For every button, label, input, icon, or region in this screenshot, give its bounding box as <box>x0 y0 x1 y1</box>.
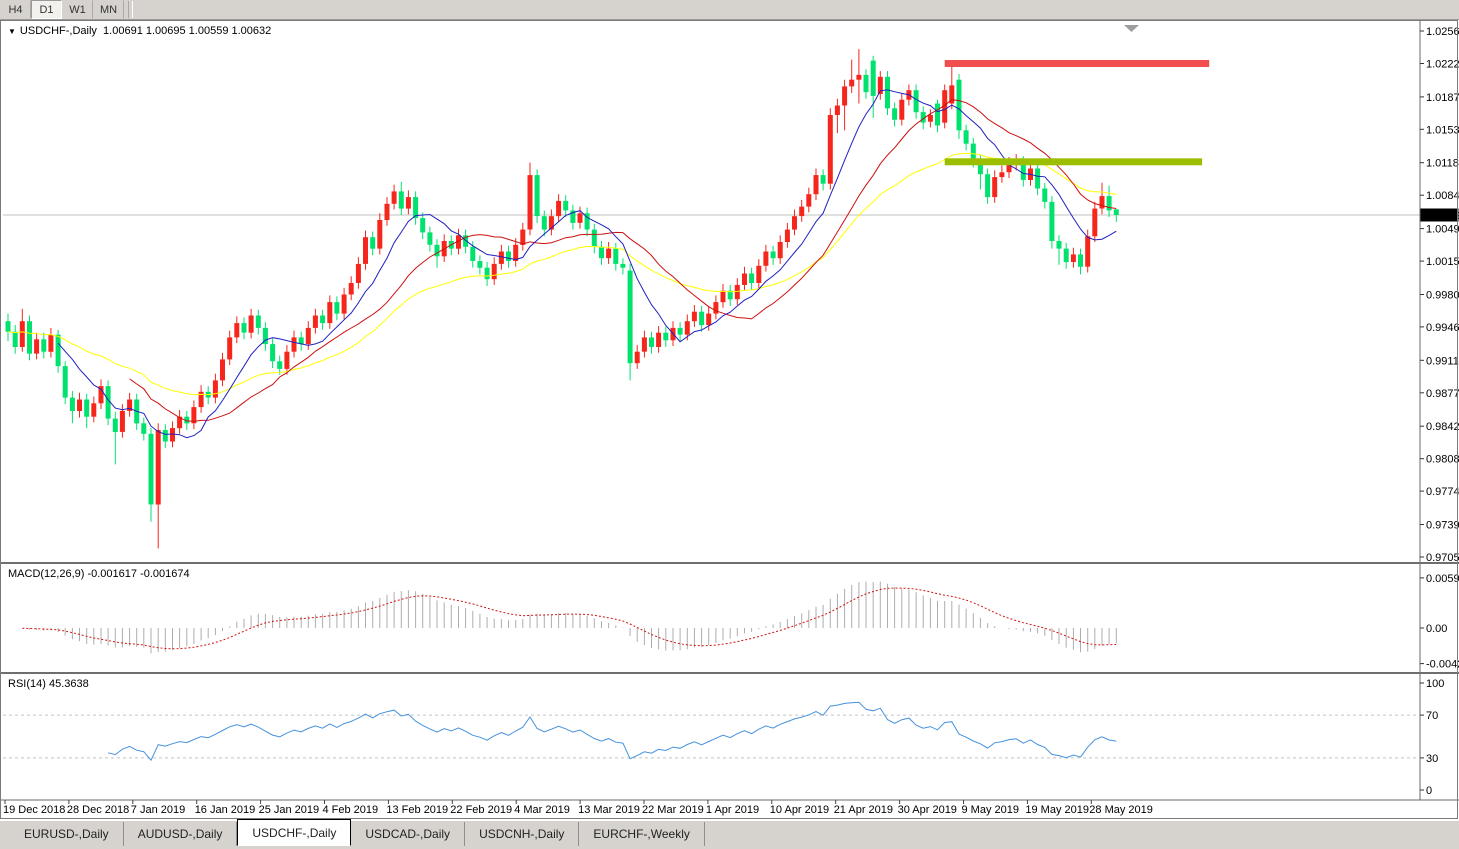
price-tick-label: 1.01180 <box>1426 158 1459 170</box>
chart-symbol-title: USDCHF-,Daily <box>20 25 97 37</box>
tab-usdchf-daily[interactable]: USDCHF-,Daily <box>237 819 351 846</box>
pane-divider[interactable] <box>0 562 1459 564</box>
pane-divider[interactable] <box>0 672 1459 674</box>
price-tick-label: 1.01530 <box>1426 124 1459 136</box>
rsi-tick-label: 30 <box>1426 753 1438 765</box>
timeframe-toolbar: H4 D1 W1 MN <box>0 0 1459 20</box>
rsi-tick-label: 100 <box>1426 678 1444 690</box>
tab-audusd-daily[interactable]: AUDUSD-,Daily <box>124 822 238 846</box>
price-tick-label: 1.01870 <box>1426 92 1459 104</box>
chart-background <box>0 20 1459 819</box>
chart-svg[interactable]: 1.02560 1.02220 1.01870 1.01530 1.01180 1.008… <box>0 20 1459 820</box>
date-tick-label: 9 May 2019 <box>962 804 1019 816</box>
date-tick-label: 4 Mar 2019 <box>514 804 570 816</box>
price-tick-label: 0.99110 <box>1426 355 1459 367</box>
price-tick-label: 0.98420 <box>1426 421 1459 433</box>
date-tick-label: 19 May 2019 <box>1025 804 1089 816</box>
chart-ohlc-values: 1.00691 1.00695 1.00559 1.00632 <box>103 25 271 37</box>
tab-usdcad-daily[interactable]: USDCAD-,Daily <box>351 822 465 846</box>
price-tick-label: 1.00150 <box>1426 256 1459 268</box>
price-tick-label: 1.02220 <box>1426 59 1459 71</box>
current-price-value: 1.00632 <box>1423 210 1459 222</box>
price-tick-label: 0.97740 <box>1426 486 1459 498</box>
tab-eurusd-daily[interactable]: EURUSD-,Daily <box>10 822 124 846</box>
timeframe-button-d1[interactable]: D1 <box>31 0 62 19</box>
rsi-tick-label: 70 <box>1426 710 1438 722</box>
price-tick-label: 0.97390 <box>1426 520 1459 532</box>
date-tick-label: 28 May 2019 <box>1089 804 1153 816</box>
macd-tick-label: -0.00424 <box>1426 659 1459 671</box>
price-tick-label: 0.99460 <box>1426 322 1459 334</box>
chart-title: ▼ USDCHF-,Daily 1.00691 1.00695 1.00559 1… <box>8 25 271 37</box>
collapse-triangle-icon[interactable]: ▼ <box>8 27 16 36</box>
timeframe-button-w1[interactable]: W1 <box>62 0 93 19</box>
toolbar-separator <box>128 1 133 18</box>
chart-canvas[interactable]: 1.02560 1.02220 1.01870 1.01530 1.01180 1.008… <box>0 20 1459 820</box>
date-tick-label: 22 Mar 2019 <box>642 804 704 816</box>
symbol-tabbar: EURUSD-,Daily AUDUSD-,Daily USDCHF-,Dail… <box>0 820 1459 846</box>
price-tick-label: 1.00840 <box>1426 190 1459 202</box>
rsi-tick-label: 0 <box>1426 785 1432 797</box>
macd-tick-label: 0.00 <box>1426 623 1447 635</box>
tab-eurchf-weekly[interactable]: EURCHF-,Weekly <box>579 822 704 846</box>
date-tick-label: 16 Jan 2019 <box>195 804 256 816</box>
macd-indicator-label: MACD(12,26,9) -0.001617 -0.001674 <box>8 568 190 580</box>
support-line[interactable] <box>945 158 1202 165</box>
date-tick-label: 19 Dec 2018 <box>3 804 65 816</box>
timeframe-button-mn[interactable]: MN <box>93 0 124 19</box>
macd-tick-label: 0.00597 <box>1426 573 1459 585</box>
tab-usdcnh-daily[interactable]: USDCNH-,Daily <box>465 822 579 846</box>
date-tick-label: 25 Jan 2019 <box>259 804 320 816</box>
date-tick-label: 30 Apr 2019 <box>898 804 957 816</box>
price-tick-label: 0.98770 <box>1426 388 1459 400</box>
date-tick-label: 4 Feb 2019 <box>323 804 379 816</box>
timeframe-button-h4[interactable]: H4 <box>0 0 31 19</box>
resistance-line[interactable] <box>945 60 1209 67</box>
date-tick-label: 7 Jan 2019 <box>131 804 185 816</box>
price-tick-label: 0.98080 <box>1426 454 1459 466</box>
rsi-indicator-label: RSI(14) 45.3638 <box>8 678 89 690</box>
date-tick-label: 1 Apr 2019 <box>706 804 759 816</box>
date-tick-label: 28 Dec 2018 <box>67 804 129 816</box>
price-tick-label: 1.02560 <box>1426 26 1459 38</box>
date-tick-label: 13 Feb 2019 <box>386 804 448 816</box>
date-tick-label: 21 Apr 2019 <box>834 804 893 816</box>
date-tick-label: 22 Feb 2019 <box>450 804 512 816</box>
price-tick-label: 0.99800 <box>1426 290 1459 302</box>
date-tick-label: 13 Mar 2019 <box>578 804 640 816</box>
trading-terminal-window: H4 D1 W1 MN 1.02560 1.02220 1.01870 1.01530… <box>0 0 1459 849</box>
price-tick-label: 1.00490 <box>1426 224 1459 236</box>
date-tick-label: 10 Apr 2019 <box>770 804 829 816</box>
